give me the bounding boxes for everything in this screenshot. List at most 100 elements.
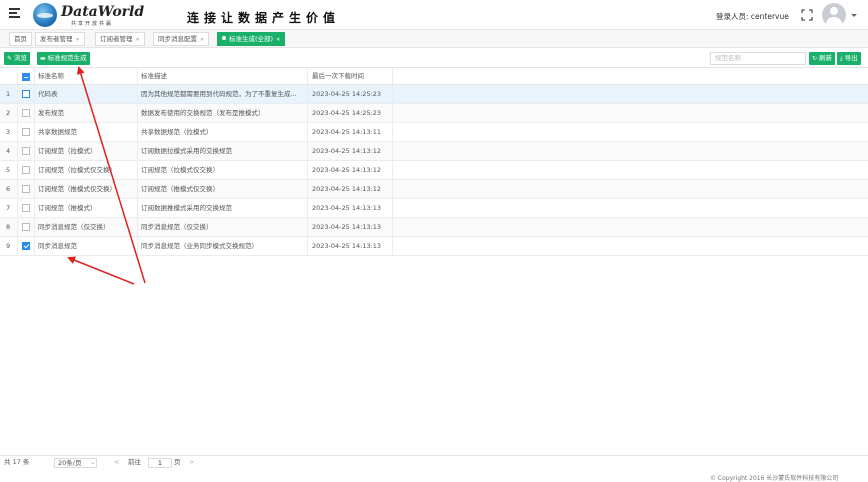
- page-unit-label: 页: [174, 458, 181, 466]
- close-icon[interactable]: ✕: [76, 37, 80, 43]
- export-button[interactable]: ⤓ 导出: [837, 52, 861, 65]
- active-dot-icon: [222, 36, 226, 40]
- row-checkbox[interactable]: [22, 242, 30, 250]
- search-input[interactable]: 规范名称: [710, 52, 806, 65]
- row-checkbox[interactable]: [22, 147, 30, 155]
- logo-name: DataWorld: [61, 4, 145, 20]
- last-download-time: 2023-04-25 14:13:13: [308, 199, 393, 217]
- standard-description: 订阅规范（推模式仅交换）: [138, 180, 308, 198]
- arrow-to-checked-row: [67, 256, 135, 285]
- table-row[interactable]: 6 订阅规范（推模式仅交换） 订阅规范（推模式仅交换） 2023-04-25 14:1…: [0, 180, 868, 199]
- refresh-icon: ↻: [812, 55, 818, 62]
- row-number: 9: [0, 237, 18, 255]
- avatar[interactable]: [822, 3, 846, 27]
- row-checkbox[interactable]: [22, 166, 30, 174]
- table-header: 标准名称 标准描述 最后一次下载时间: [0, 67, 868, 85]
- standard-name: 发布规范: [35, 104, 138, 122]
- row-checkbox[interactable]: [22, 204, 30, 212]
- refresh-label: 刷新: [819, 54, 833, 62]
- generate-standard-button[interactable]: ▬ 标准规范生成: [37, 52, 90, 65]
- tab-sync-message-config[interactable]: 同步消息配置 ✕: [153, 32, 210, 46]
- browse-button[interactable]: ✎ 浏览: [4, 52, 31, 65]
- row-checkbox[interactable]: [22, 90, 30, 98]
- table-row[interactable]: 4 订阅规范（拉模式） 订阅数据拉模式采用的交换规范 2023-04-25 14:13…: [0, 142, 868, 161]
- last-download-time: 2023-04-25 14:13:12: [308, 142, 393, 160]
- standard-description: 订阅规范（拉模式仅交换）: [138, 161, 308, 179]
- row-number-header: [0, 68, 18, 84]
- row-checkbox[interactable]: [22, 109, 30, 117]
- row-number: 2: [0, 104, 18, 122]
- row-select-cell: [18, 123, 35, 141]
- table-row[interactable]: 8 同步消息规范（仅交换） 同步消息规范（仅交换） 2023-04-25 14:13:…: [0, 218, 868, 237]
- prev-page-button[interactable]: <: [114, 456, 119, 469]
- logo: DataWorld 共享开放共赢: [33, 3, 145, 27]
- edit-icon: ✎: [7, 55, 13, 62]
- row-number: 3: [0, 123, 18, 141]
- tab-label: 发布者管理: [40, 35, 73, 43]
- standard-name: 订阅规范（拉模式仅交换）: [35, 161, 138, 179]
- tab-label: 首页: [14, 35, 27, 43]
- tab-label: 同步消息配置: [158, 35, 197, 43]
- row-number: 7: [0, 199, 18, 217]
- table-row[interactable]: 7 订阅规范（推模式） 订阅数据推模式采用的交换规范 2023-04-25 14:13…: [0, 199, 868, 218]
- last-download-time: 2023-04-25 14:13:13: [308, 237, 393, 255]
- page-size-value: 20条/页: [58, 459, 82, 467]
- column-header-last-download[interactable]: 最后一次下载时间: [308, 68, 393, 84]
- close-icon[interactable]: ✕: [276, 37, 280, 43]
- standard-description: 同步消息规范（业务同步模式交换规范）: [138, 237, 308, 255]
- row-select-cell: [18, 142, 35, 160]
- pager: 共 17 条 20条/页 ⌄ < 前往 1 页 >: [0, 455, 868, 469]
- browse-label: 浏览: [14, 54, 28, 62]
- standard-name: 订阅规范（拉模式）: [35, 142, 138, 160]
- row-select-cell: [18, 85, 35, 103]
- tab-home[interactable]: 首页: [9, 32, 32, 46]
- tab-label: 标准生成(全部): [229, 35, 274, 43]
- table-row[interactable]: 3 共享数据规范 共享数据规范（拉模式） 2023-04-25 14:13:11: [0, 123, 868, 142]
- table-row[interactable]: 1 代码表 因为其他规范都需要用到代码规范，为了不重复生成... 2023-04-25…: [0, 85, 868, 104]
- chevron-down-icon: ⌄: [90, 458, 96, 466]
- close-icon[interactable]: ✕: [200, 37, 204, 43]
- standard-name: 共享数据规范: [35, 123, 138, 141]
- total-count: 共 17 条: [4, 458, 30, 466]
- page-number-input[interactable]: 1: [148, 458, 172, 468]
- fullscreen-icon[interactable]: [801, 9, 813, 21]
- refresh-button[interactable]: ↻ 刷新: [809, 52, 836, 65]
- toolbar: ✎ 浏览 ▬ 标准规范生成 规范名称 ↻ 刷新 ⤓ 导出: [0, 49, 868, 68]
- last-download-time: 2023-04-25 14:25:23: [308, 104, 393, 122]
- export-icon: ⤓: [840, 55, 843, 62]
- last-download-time: 2023-04-25 14:25:23: [308, 85, 393, 103]
- tab-publisher-management[interactable]: 发布者管理 ✕: [35, 32, 85, 46]
- standard-name: 代码表: [35, 85, 138, 103]
- standard-description: 订阅数据拉模式采用的交换规范: [138, 142, 308, 160]
- table-row[interactable]: 5 订阅规范（拉模式仅交换） 订阅规范（拉模式仅交换） 2023-04-25 14:1…: [0, 161, 868, 180]
- next-page-button[interactable]: >: [189, 456, 194, 469]
- generate-label: 标准规范生成: [47, 54, 87, 62]
- tab-subscriber-management[interactable]: 订阅者管理 ✕: [95, 32, 145, 46]
- select-all-checkbox[interactable]: [22, 73, 30, 81]
- tab-standard-generation[interactable]: 标准生成(全部) ✕: [217, 32, 286, 46]
- close-icon[interactable]: ✕: [136, 37, 140, 43]
- table-row[interactable]: 2 发布规范 数据发布使用的交换规范（发布是推模式） 2023-04-25 14:25…: [0, 104, 868, 123]
- row-select-cell: [18, 218, 35, 236]
- row-checkbox[interactable]: [22, 128, 30, 136]
- column-header-name[interactable]: 标准名称: [35, 68, 138, 84]
- export-label: 导出: [844, 54, 858, 62]
- menu-toggle-icon[interactable]: [9, 8, 20, 18]
- row-number: 4: [0, 142, 18, 160]
- table-row[interactable]: 9 同步消息规范 同步消息规范（业务同步模式交换规范） 2023-04-25 14:1…: [0, 237, 868, 256]
- row-number: 8: [0, 218, 18, 236]
- column-header-description[interactable]: 标准描述: [138, 68, 308, 84]
- tab-bar: 首页 发布者管理 ✕ 订阅者管理 ✕ 同步消息配置 ✕ 标准生成(全部) ✕: [0, 30, 868, 48]
- row-number: 1: [0, 85, 18, 103]
- row-checkbox[interactable]: [22, 223, 30, 231]
- standard-name: 同步消息规范: [35, 237, 138, 255]
- header-slogan: 连接让数据产生价值: [187, 11, 341, 25]
- row-select-cell: [18, 199, 35, 217]
- page-size-select[interactable]: 20条/页 ⌄: [54, 458, 97, 468]
- last-download-time: 2023-04-25 14:13:12: [308, 180, 393, 198]
- tab-label: 订阅者管理: [100, 35, 133, 43]
- last-download-time: 2023-04-25 14:13:11: [308, 123, 393, 141]
- caret-down-icon[interactable]: [851, 14, 857, 17]
- row-checkbox[interactable]: [22, 185, 30, 193]
- last-download-time: 2023-04-25 14:13:13: [308, 218, 393, 236]
